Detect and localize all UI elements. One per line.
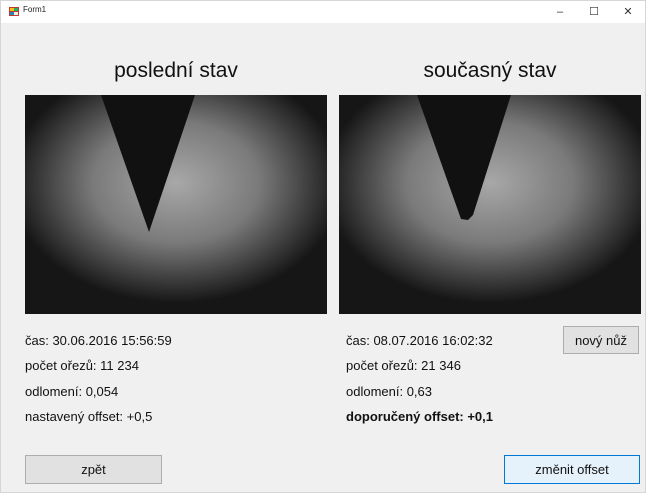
current-time-label: čas: 08.07.2016 16:02:32 bbox=[346, 333, 493, 348]
recommended-offset-label: doporučený offset: +0,1 bbox=[346, 409, 493, 424]
current-breakage-label: odlomení: 0,63 bbox=[346, 384, 433, 399]
window-title: Form1 bbox=[23, 5, 47, 14]
last-cuts-label: počet ořezů: 11 234 bbox=[25, 358, 139, 373]
current-state-heading: současný stav bbox=[423, 59, 557, 82]
app-icon bbox=[9, 7, 19, 16]
last-breakage-label: odlomení: 0,054 bbox=[25, 384, 119, 399]
maximize-button[interactable]: ☐ bbox=[577, 1, 611, 23]
current-cuts-label: počet ořezů: 21 346 bbox=[346, 358, 461, 373]
set-offset-label: nastavený offset: +0,5 bbox=[25, 409, 153, 424]
new-knife-button[interactable]: nový nůž bbox=[563, 326, 639, 354]
last-state-camera-image bbox=[25, 95, 327, 314]
main-window: Form1 – ☐ ✕ poslední stav čas: 30.06.201… bbox=[0, 0, 646, 493]
minimize-button[interactable]: – bbox=[543, 1, 577, 23]
change-offset-button[interactable]: změnit offset bbox=[504, 455, 640, 484]
close-button[interactable]: ✕ bbox=[611, 1, 645, 23]
current-state-camera-image bbox=[339, 95, 641, 314]
back-button[interactable]: zpět bbox=[25, 455, 162, 484]
title-bar[interactable]: Form1 – ☐ ✕ bbox=[1, 1, 645, 23]
last-state-heading: poslední stav bbox=[114, 59, 238, 82]
last-time-label: čas: 30.06.2016 15:56:59 bbox=[25, 333, 172, 348]
